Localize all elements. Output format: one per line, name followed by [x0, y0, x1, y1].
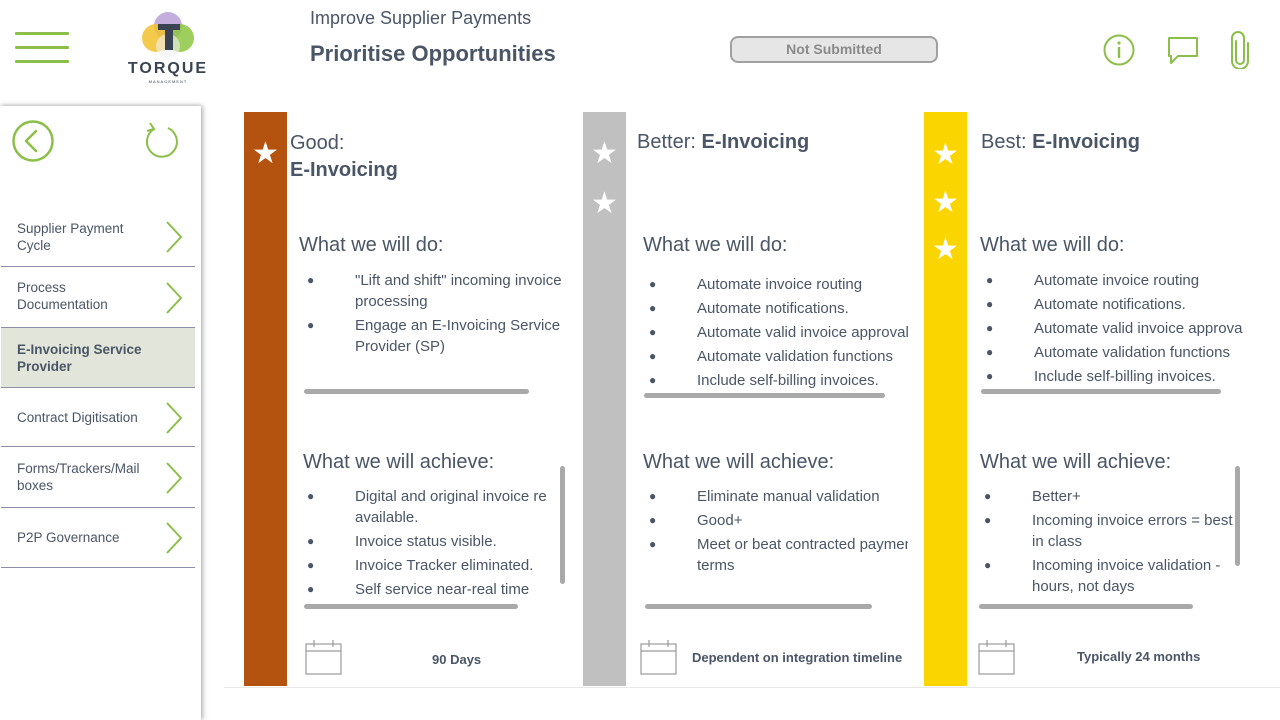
star-icon: ★ — [932, 233, 959, 266]
calendar-icon — [978, 640, 1015, 675]
horizontal-scrollbar[interactable] — [304, 389, 529, 394]
info-icon[interactable] — [1102, 33, 1136, 67]
chevron-right-icon — [166, 402, 183, 434]
do-list: ● "Lift and shift" incoming invoice proce… — [301, 270, 567, 362]
sidebar-item-label: E-Invoicing Service Provider — [17, 342, 142, 374]
best-option-stripe: ★ ★ ★ — [924, 112, 967, 686]
star-icon: ★ — [591, 187, 618, 220]
sidebar-item-contract-digitisation[interactable]: Contract Digitisation — [1, 388, 195, 447]
list-item: ● Eliminate manual validation — [649, 488, 880, 505]
section-heading-do: What we will do: — [299, 234, 444, 256]
status-badge: Not Submitted — [730, 36, 938, 63]
option-name: E-Invoicing — [1032, 131, 1140, 153]
achieve-list: ● Better+ ● Incoming invoice errors = best… — [978, 486, 1234, 600]
list-item: ● Invoice status visible. — [307, 533, 497, 550]
list-item: ● Automate validation functions — [649, 348, 893, 365]
best-option-title[interactable]: Best: E-Invoicing — [981, 129, 1271, 156]
horizontal-scrollbar[interactable] — [644, 393, 885, 398]
logo-subtext: MANAGEMENT — [148, 79, 188, 84]
sidebar-item-label: P2P Governance — [17, 530, 120, 545]
list-item: ● Engage an E-Invoicing Service Provider … — [307, 317, 561, 355]
list-item: ● Invoice Tracker eliminated. — [307, 557, 534, 574]
paperclip-icon[interactable] — [1229, 31, 1251, 69]
list-item: ● Automate valid invoice approvals — [986, 320, 1243, 337]
sidebar-item-forms-trackers[interactable]: Forms/Trackers/Mail boxes — [1, 447, 195, 508]
tier-label: Best: — [981, 131, 1027, 153]
logo-text: TORQUE — [127, 60, 209, 77]
list-item: ● Automate invoice routing — [649, 276, 863, 293]
list-item: ● Self service near-real time — [307, 581, 530, 598]
list-item: ● Meet or beat contracted payment terms — [649, 536, 908, 574]
sidebar-item-p2p-governance[interactable]: P2P Governance — [1, 508, 195, 568]
list-item: ● Automate invoice routing — [986, 272, 1200, 289]
vertical-scrollbar[interactable] — [1235, 466, 1240, 566]
list-item: ● Include self-billing invoices. — [649, 372, 879, 389]
chevron-right-icon — [166, 221, 183, 253]
back-icon[interactable] — [11, 119, 55, 163]
star-icon: ★ — [932, 186, 959, 219]
section-heading-achieve: What we will achieve: — [980, 451, 1172, 473]
sidebar-item-label: Forms/Trackers/Mail boxes — [17, 461, 140, 493]
list-item: ● Automate notifications. — [986, 296, 1186, 313]
divider — [224, 687, 1280, 688]
horizontal-scrollbar[interactable] — [979, 604, 1193, 609]
list-item: ● Digital and original invoice re availab… — [307, 488, 547, 526]
good-option-stripe: ★ — [244, 112, 287, 686]
calendar-icon — [305, 640, 342, 675]
sidebar-item-label: Process Documentation — [17, 280, 108, 312]
tier-label: Good: — [290, 132, 345, 154]
list-item: ● Automate notifications. — [649, 300, 849, 317]
chevron-right-icon — [166, 522, 183, 554]
section-heading-do: What we will do: — [643, 234, 788, 256]
breadcrumb: Improve Supplier Payments — [310, 8, 532, 28]
tier-label: Better: — [637, 131, 696, 153]
page-title: Prioritise Opportunities — [310, 41, 556, 66]
horizontal-scrollbar[interactable] — [645, 604, 872, 609]
star-icon: ★ — [932, 138, 959, 171]
list-item: ● Automate valid invoice approvals — [649, 324, 908, 341]
star-icon: ★ — [591, 137, 618, 170]
list-item: ● Automate validation functions — [986, 344, 1230, 361]
timeline-text: 90 Days — [432, 652, 482, 667]
vertical-scrollbar[interactable] — [560, 466, 565, 584]
section-heading-do: What we will do: — [980, 234, 1125, 256]
option-name: E-Invoicing — [701, 131, 810, 153]
menu-button[interactable] — [15, 32, 69, 64]
good-option-title[interactable]: Good: E-Invoicing — [290, 130, 570, 184]
list-item: ● Incoming invoice validation - hours, no… — [984, 557, 1221, 595]
option-name: E-Invoicing — [290, 159, 398, 181]
section-heading-achieve: What we will achieve: — [303, 451, 495, 473]
sidebar-item-e-invoicing[interactable]: E-Invoicing Service Provider — [1, 328, 195, 388]
comment-icon[interactable] — [1166, 35, 1200, 67]
chevron-right-icon — [166, 462, 183, 494]
list-item: ● Better+ — [984, 488, 1081, 505]
better-option-stripe: ★ ★ — [583, 112, 626, 686]
better-option-title[interactable]: Better: E-Invoicing — [637, 129, 917, 156]
sidebar-item-process-documentation[interactable]: Process Documentation — [1, 267, 195, 328]
achieve-list: ● Digital and original invoice re availab… — [301, 486, 565, 598]
list-item: ● Good+ — [649, 512, 743, 529]
horizontal-scrollbar[interactable] — [304, 604, 518, 609]
company-logo: TORQUE MANAGEMENT — [118, 8, 218, 86]
achieve-list: ● Eliminate manual validation ● Good+ ● Mee… — [643, 486, 908, 586]
sidebar-item-label: Supplier Payment Cycle — [17, 221, 124, 253]
refresh-icon[interactable] — [144, 120, 180, 160]
section-heading-achieve: What we will achieve: — [643, 451, 835, 473]
sidebar-item-supplier-payment-cycle[interactable]: Supplier Payment Cycle — [1, 207, 195, 267]
sidebar-item-label: Contract Digitisation — [17, 410, 138, 425]
do-list: ● Automate invoice routing ● Automate noti… — [980, 270, 1243, 390]
calendar-icon — [640, 640, 677, 675]
chevron-right-icon — [166, 282, 183, 314]
timeline-text: Dependent on integration timeline — [692, 650, 903, 665]
do-list: ● Automate invoice routing ● Automate noti… — [643, 274, 908, 394]
timeline-text: Typically 24 months — [1077, 649, 1201, 664]
horizontal-scrollbar[interactable] — [981, 389, 1221, 394]
list-item: ● "Lift and shift" incoming invoice proce… — [307, 272, 562, 310]
list-item: ● Incoming invoice errors = best in class — [984, 512, 1233, 550]
star-icon: ★ — [252, 137, 279, 170]
list-item: ● Include self-billing invoices. — [986, 368, 1216, 385]
